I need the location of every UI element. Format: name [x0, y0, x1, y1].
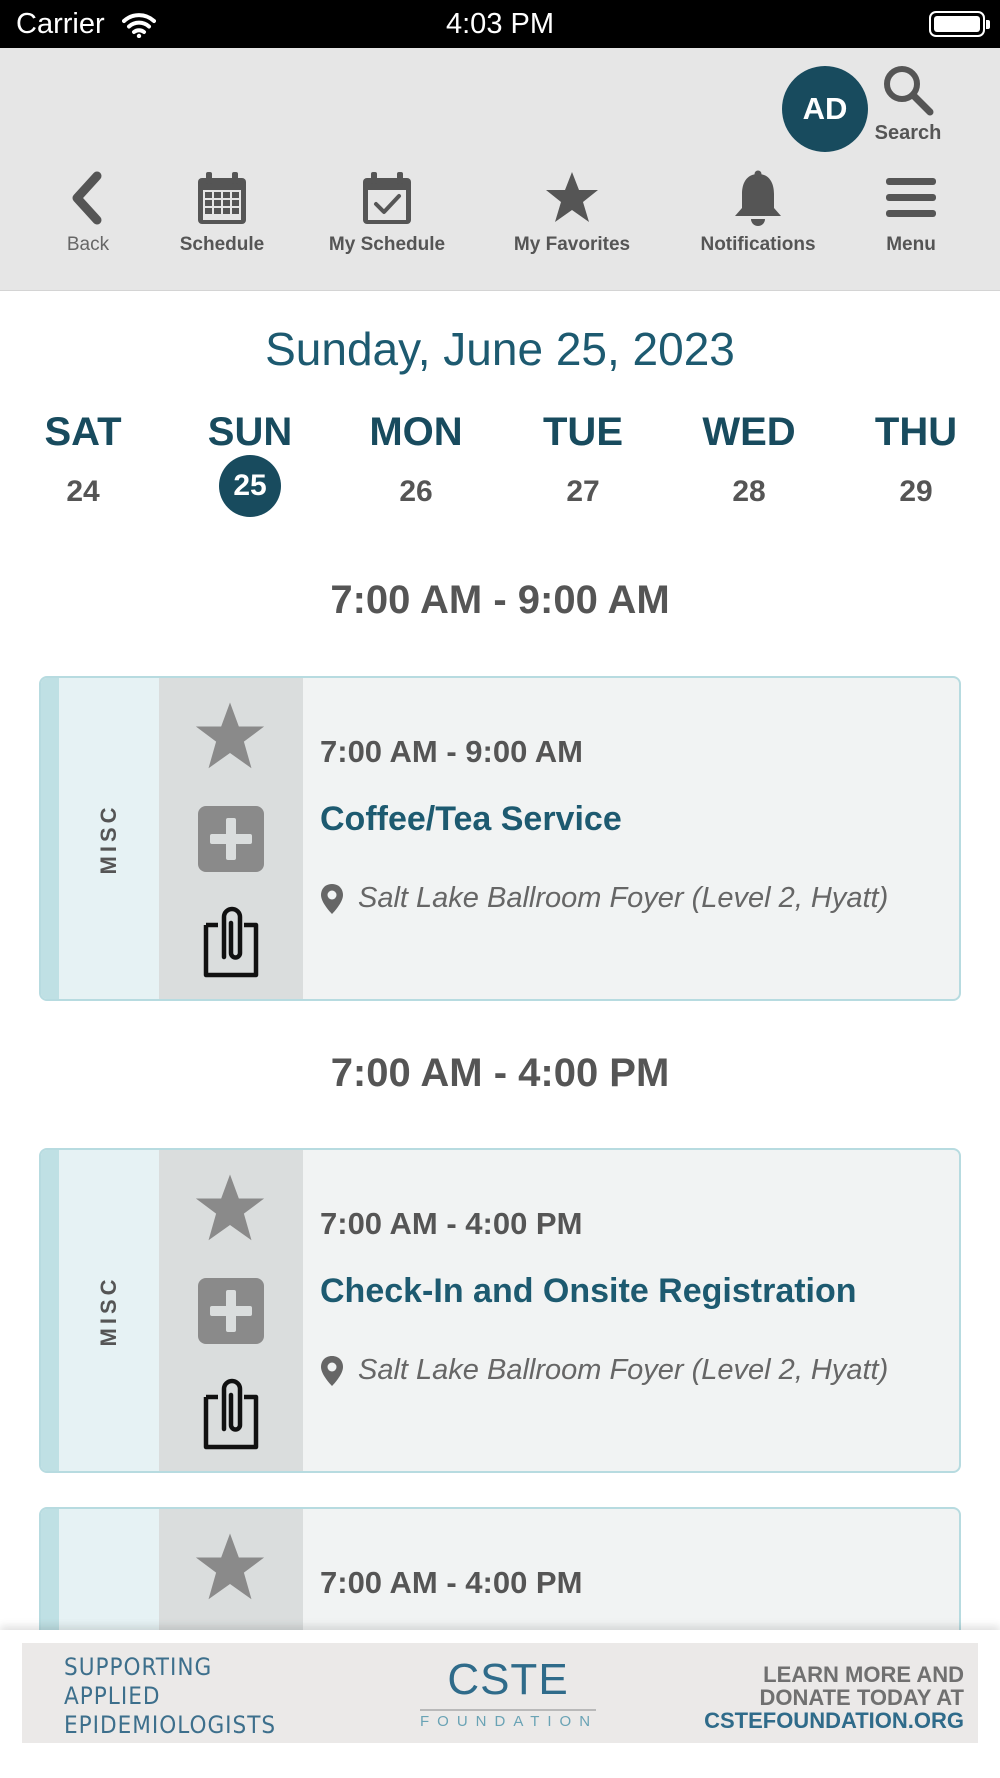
session-time: 7:00 AM - 4:00 PM	[320, 1565, 583, 1600]
logo-subtitle: FOUNDATION	[420, 1709, 596, 1730]
session-location: Salt Lake Ballroom Foyer (Level 2, Hyatt…	[320, 882, 888, 915]
day-name: SUN	[207, 410, 293, 454]
favorite-star-icon[interactable]	[192, 1172, 268, 1244]
session-time: 7:00 AM - 9:00 AM	[320, 734, 583, 769]
category-strip	[41, 678, 59, 999]
session-title[interactable]: Check-In and Onsite Registration	[320, 1272, 857, 1311]
banner-cta-line: LEARN MORE AND	[763, 1662, 964, 1687]
chevron-left-icon	[72, 171, 102, 225]
day-number: 28	[732, 475, 766, 508]
session-time: 7:00 AM - 4:00 PM	[320, 1206, 583, 1241]
day-number-selected: 25	[219, 455, 281, 517]
nav-schedule[interactable]: Schedule	[172, 168, 272, 256]
session-card[interactable]: MISC 7:00 AM - 4:00 PM Check-In and Onsi…	[39, 1148, 961, 1473]
location-text: Salt Lake Ballroom Foyer (Level 2, Hyatt…	[358, 1354, 889, 1386]
session-location: Salt Lake Ballroom Foyer (Level 2, Hyatt…	[320, 1354, 888, 1387]
status-time: 4:03 PM	[446, 8, 554, 40]
day-name: THU	[874, 410, 958, 454]
battery-icon	[929, 11, 990, 37]
search-label: Search	[874, 122, 942, 144]
day-thu[interactable]: THU 29	[846, 410, 986, 523]
back-label: Back	[66, 234, 110, 255]
time-slot-header: 7:00 AM - 4:00 PM	[330, 1051, 670, 1095]
day-name: WED	[702, 410, 796, 454]
nav-notifications[interactable]: Notifications	[692, 168, 824, 256]
search-icon	[884, 66, 934, 116]
day-name: MON	[369, 410, 463, 454]
day-number: 24	[66, 475, 100, 508]
nav-schedule-label: Schedule	[179, 234, 265, 255]
day-number: 27	[566, 475, 600, 508]
location-text: Salt Lake Ballroom Foyer (Level 2, Hyatt…	[358, 882, 889, 914]
category-label: MISC	[96, 1275, 121, 1346]
category-column: MISC	[59, 678, 159, 999]
day-name: SAT	[44, 410, 122, 454]
menu-icon	[886, 178, 936, 217]
back-button[interactable]: Back	[48, 168, 128, 256]
search-button[interactable]: Search	[868, 62, 948, 145]
avatar[interactable]: AD	[782, 66, 868, 152]
day-mon[interactable]: MON 26	[346, 410, 486, 523]
banner-tagline-line: EPIDEMIOLOGISTS	[64, 1711, 277, 1739]
nav-my-schedule[interactable]: My Schedule	[322, 168, 452, 256]
banner-tagline-line: APPLIED	[64, 1682, 161, 1710]
nav-my-favorites[interactable]: My Favorites	[505, 168, 639, 256]
nav-notifications-label: Notifications	[700, 234, 816, 255]
status-bar: Carrier 4:03 PM	[0, 0, 1000, 48]
date-title: Sunday, June 25, 2023	[265, 323, 735, 375]
calendar-icon	[198, 172, 246, 224]
cste-foundation-logo: CSTE FOUNDATION	[420, 1655, 596, 1730]
session-actions	[159, 678, 303, 999]
banner-tagline: SUPPORTING APPLIED EPIDEMIOLOGISTS	[64, 1653, 276, 1740]
calendar-check-icon	[363, 172, 411, 224]
star-icon	[546, 172, 598, 222]
category-label: MISC	[96, 803, 121, 874]
handout-clip-icon[interactable]	[198, 1375, 264, 1451]
favorite-star-icon[interactable]	[192, 1531, 268, 1603]
day-name: TUE	[543, 410, 623, 454]
day-sun[interactable]: SUN 25	[180, 410, 320, 517]
app-header: AD Search Back Schedule My Schedule My F…	[0, 48, 1000, 291]
nav-menu-label: Menu	[886, 234, 936, 255]
session-actions	[159, 1150, 303, 1471]
day-tue[interactable]: TUE 27	[513, 410, 653, 523]
handout-clip-icon[interactable]	[198, 903, 264, 979]
banner-ad[interactable]: SUPPORTING APPLIED EPIDEMIOLOGISTS CSTE …	[22, 1643, 978, 1743]
day-number: 29	[899, 475, 933, 508]
day-number: 26	[399, 475, 433, 508]
avatar-initials: AD	[802, 91, 848, 126]
day-wed[interactable]: WED 28	[679, 410, 819, 523]
banner-tagline-line: SUPPORTING	[64, 1653, 213, 1681]
nav-my-schedule-label: My Schedule	[328, 234, 446, 255]
add-to-schedule-icon[interactable]	[198, 1278, 264, 1344]
logo-wordmark: CSTE	[447, 1655, 569, 1704]
session-title[interactable]: Coffee/Tea Service	[320, 800, 622, 839]
time-slot-header: 7:00 AM - 9:00 AM	[330, 578, 670, 622]
day-sat[interactable]: SAT 24	[13, 410, 153, 523]
map-pin-icon	[321, 1356, 343, 1387]
add-to-schedule-icon[interactable]	[198, 806, 264, 872]
favorite-star-icon[interactable]	[192, 700, 268, 772]
map-pin-icon	[321, 884, 343, 915]
banner-cta-line: DONATE TODAY AT	[759, 1685, 964, 1710]
session-card[interactable]: MISC 7:00 AM - 9:00 AM Coffee/Tea Servic…	[39, 676, 961, 1001]
category-column: MISC	[59, 1150, 159, 1471]
banner-ad-container: SUPPORTING APPLIED EPIDEMIOLOGISTS CSTE …	[0, 1630, 1000, 1778]
nav-my-favorites-label: My Favorites	[513, 234, 631, 255]
nav-menu[interactable]: Menu	[871, 168, 951, 256]
bell-icon	[735, 170, 781, 226]
banner-cta: LEARN MORE AND DONATE TODAY AT CSTEFOUND…	[704, 1663, 964, 1732]
category-strip	[41, 1150, 59, 1471]
banner-cta-url: CSTEFOUNDATION.ORG	[704, 1708, 964, 1733]
